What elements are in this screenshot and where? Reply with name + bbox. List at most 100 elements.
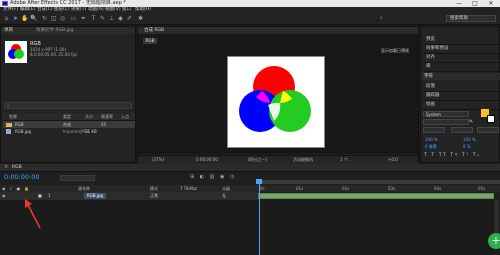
rgb-thumbnail-image	[8, 44, 24, 59]
display-hint: 显示加载已预帧	[381, 48, 409, 53]
leading-field[interactable]	[451, 127, 473, 133]
column-size[interactable]: 大小	[85, 113, 93, 120]
panel-libraries[interactable]: 库	[423, 62, 499, 72]
image-file-icon	[6, 129, 11, 134]
camera-tool-icon[interactable]: ◫	[50, 15, 57, 22]
character-panel-header[interactable]: 字符	[421, 73, 500, 80]
stroke-width-field[interactable]	[477, 127, 499, 133]
project-panel: 项目 效果控件 RGB.jpg RGB 1024 x 997 (1.00) Δ …	[0, 26, 136, 190]
tab-timeline-rgb[interactable]: RGB	[12, 164, 22, 171]
home-icon[interactable]: ⌂	[3, 15, 10, 22]
project-column-header: 名称 类型 大小 帧速率 入点	[3, 113, 135, 121]
title-bar: Adobe After Effects CC 2017 - 无标题项目.aep …	[0, 0, 500, 7]
composition-panel: 合成 RGB RGB (37%) 0:00:00:00 (四分之一) 活动摄像机…	[137, 26, 419, 164]
tab-project[interactable]: 项目	[4, 27, 13, 34]
font-size-field[interactable]	[423, 127, 445, 133]
text-style-buttons[interactable]: T T TT Tт T¹ T₁	[424, 153, 498, 159]
composition-footer: (37%) 0:00:00:00 (四分之一) 活动摄像机 1 个... +0.…	[138, 155, 418, 164]
clone-stamp-tool-icon[interactable]: ⊥	[108, 15, 115, 22]
composition-icon	[6, 123, 12, 127]
annotation-arrow	[25, 199, 41, 229]
layer-index: 1	[48, 193, 51, 198]
timeline-body	[0, 200, 500, 255]
column-trkmat[interactable]: T TrkMat	[180, 185, 197, 192]
search-help-input[interactable]: 搜索帮助	[446, 15, 496, 22]
column-type[interactable]: 类型	[63, 113, 71, 120]
selection-tool-icon[interactable]: ➤	[12, 15, 19, 22]
project-row-name: RGB.jpg	[15, 129, 32, 134]
timeline-search-input[interactable]	[60, 175, 95, 181]
visibility-eye-icon[interactable]: ◉	[2, 193, 6, 199]
project-row-size: 31 KB	[85, 129, 97, 134]
av-switch-icons: ◉ ♪ ● 🔒	[2, 186, 31, 191]
project-row-fps: 25	[101, 122, 107, 127]
layer-mode[interactable]: 正常	[150, 193, 158, 199]
project-row-name: RGB	[15, 122, 24, 127]
eyedropper-icon[interactable]: ✎	[469, 119, 477, 125]
composition-viewer[interactable]: RGB	[138, 34, 418, 154]
rectangle-tool-icon[interactable]: ▭	[70, 15, 77, 22]
window-title: Adobe After Effects CC 2017 - 无标题项目.aep …	[10, 0, 126, 6]
project-search-input[interactable]: ⌕	[4, 102, 132, 109]
horizontal-scale-value[interactable]: 100 %	[463, 137, 476, 143]
close-tab-icon[interactable]: ×	[4, 164, 8, 171]
column-parent[interactable]: 父级	[222, 185, 230, 192]
current-time-display[interactable]: 0:00:00:00	[196, 157, 218, 163]
font-family-select[interactable]: System	[423, 111, 469, 117]
composition-panel-tabs: 合成 RGB	[138, 27, 418, 34]
character-panel-label: 字符	[424, 74, 433, 79]
camera-select[interactable]: 活动摄像机	[293, 157, 313, 163]
column-in[interactable]: 入点	[121, 113, 129, 120]
resolution-select[interactable]: (四分之一)	[248, 157, 267, 163]
layer-duration-bar[interactable]	[258, 193, 494, 199]
baseline-shift-value[interactable]: 0 像素	[425, 144, 437, 150]
font-style-select[interactable]	[423, 119, 469, 125]
view-layout-select[interactable]: 1 个...	[340, 157, 352, 163]
maximize-button[interactable]: □	[468, 0, 482, 7]
tab-effect-controls[interactable]: 效果控件 RGB.jpg	[36, 27, 74, 34]
column-source-name[interactable]: 源名称	[78, 185, 90, 192]
magnification-select[interactable]: (37%)	[152, 157, 164, 163]
project-row[interactable]: RGB.jpg ImporterJPEG 31 KB	[3, 128, 135, 135]
playhead-line[interactable]	[259, 180, 260, 255]
time-ruler[interactable]: 0s 01s 02s 03s 04s 05s	[258, 185, 500, 192]
panel-preview-label: 预览	[426, 37, 435, 42]
column-mode[interactable]: 模式	[150, 185, 158, 192]
ruler-tick: 01s	[296, 186, 304, 191]
panel-tracker-label: 跟踪器	[426, 93, 440, 98]
eraser-tool-icon[interactable]: ◆	[117, 15, 124, 22]
layer-name[interactable]: RGB.jpg	[87, 193, 103, 199]
composition-name-chip[interactable]: RGB	[143, 38, 157, 44]
tsume-value[interactable]: 0 %	[463, 144, 471, 150]
vertical-scale-value[interactable]: 100 %	[425, 137, 438, 143]
stroke-color-swatch[interactable]	[487, 115, 495, 123]
brush-tool-icon[interactable]: ✎	[99, 15, 106, 22]
zoom-tool-icon[interactable]: 🔍	[30, 15, 37, 22]
close-button[interactable]: ✕	[484, 0, 498, 7]
composition-canvas[interactable]	[227, 56, 325, 148]
timeline-switches-icons[interactable]: ⊞ ◐ ▥ ◉ ◷	[190, 174, 250, 181]
exposure-value[interactable]: +0.0	[388, 157, 398, 163]
minimize-button[interactable]: —	[452, 0, 466, 7]
timeline-panel: × RGB 0:00:00:00 ⊞ ◐ ▥ ◉ ◷ ◉ ♪ ● 🔒 源名称 模…	[0, 164, 500, 255]
search-help-placeholder: 搜索帮助	[450, 16, 468, 21]
hand-tool-icon[interactable]: ✋	[21, 15, 28, 22]
text-tool-icon[interactable]: T	[90, 15, 97, 22]
ruler-tick: 05s	[478, 186, 486, 191]
column-name[interactable]: 名称	[9, 113, 17, 120]
panel-paint-label: 绘画	[426, 102, 435, 107]
puppet-tool-icon[interactable]: ✱	[137, 15, 144, 22]
layer-parent[interactable]: 无	[222, 193, 226, 199]
project-row[interactable]: RGB 合成 25	[3, 121, 135, 128]
project-thumbnail	[5, 41, 27, 63]
right-panel: 显示加载已预帧 预览 效果和预设 对齐 库 字符 段落 跟踪器 绘画 Syste…	[381, 26, 500, 163]
pan-behind-tool-icon[interactable]: ◎	[59, 15, 66, 22]
roto-brush-tool-icon[interactable]: ✐	[126, 15, 133, 22]
pen-tool-icon[interactable]: ✒	[80, 15, 87, 22]
column-fps[interactable]: 帧速率	[101, 113, 113, 120]
current-time-timecode[interactable]: 0:00:00:00	[4, 173, 40, 181]
tab-composition[interactable]: 合成 RGB	[144, 27, 164, 34]
floating-add-button[interactable]: +	[488, 233, 500, 249]
work-area-bar[interactable]	[258, 180, 500, 184]
rotate-tool-icon[interactable]: ↻	[41, 15, 48, 22]
